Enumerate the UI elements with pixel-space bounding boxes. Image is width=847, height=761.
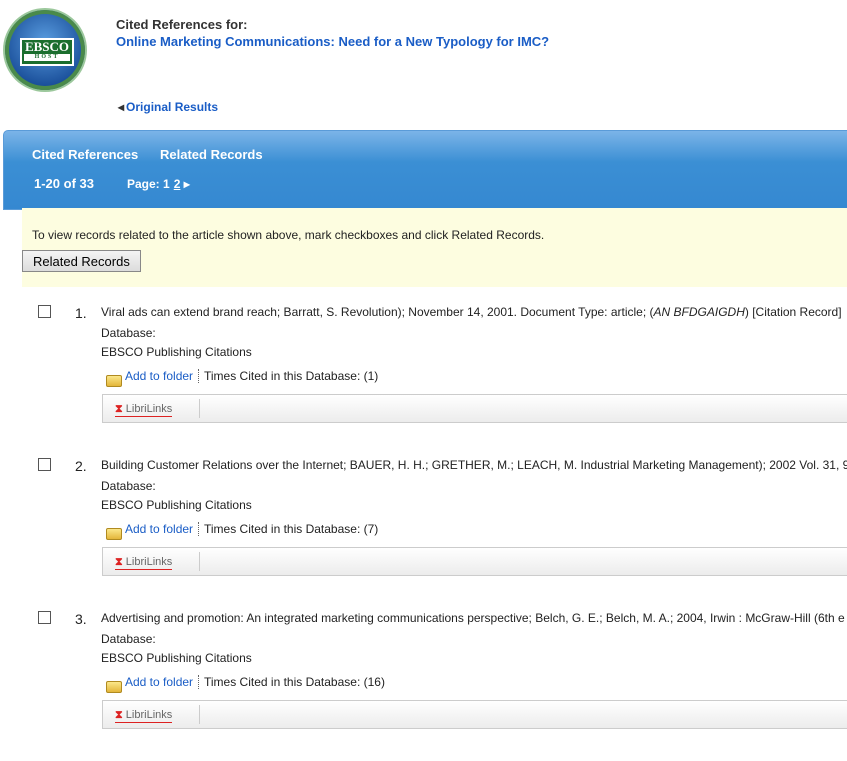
list-item: 3. Advertising and promotion: An integra…: [0, 611, 847, 761]
times-cited: Times Cited in this Database: (1): [204, 369, 379, 383]
times-cited: Times Cited in this Database: (16): [204, 675, 385, 689]
logo-text: EBSCO: [24, 39, 70, 54]
list-item: 2. Building Customer Relations over the …: [0, 458, 847, 608]
librilinks-bar: ⧗ LibriLinks: [102, 700, 847, 729]
database-name: EBSCO Publishing Citations: [101, 498, 252, 512]
librilinks-bar: ⧗ LibriLinks: [102, 394, 847, 423]
folder-icon[interactable]: [106, 375, 122, 387]
pagination: Page: 12 ▸: [127, 177, 190, 191]
database-name: EBSCO Publishing Citations: [101, 345, 252, 359]
database-label: Database:: [101, 632, 156, 646]
times-cited: Times Cited in this Database: (7): [204, 522, 379, 536]
related-records-button[interactable]: Related Records: [22, 250, 141, 272]
cited-references-label: Cited References for:: [116, 17, 248, 32]
divider: [199, 705, 200, 724]
results-panel-header: Cited References Related Records 1-20 of…: [3, 130, 847, 210]
item-number: 1.: [75, 305, 87, 321]
notice-message: To view records related to the article s…: [32, 228, 545, 242]
folder-icon[interactable]: [106, 681, 122, 693]
divider: [199, 552, 200, 571]
select-checkbox[interactable]: [38, 611, 51, 624]
article-title-link[interactable]: Online Marketing Communications: Need fo…: [116, 34, 549, 49]
tab-cited-references[interactable]: Cited References: [32, 147, 138, 162]
citation-text: Building Customer Relations over the Int…: [101, 458, 847, 472]
librilinks-bar: ⧗ LibriLinks: [102, 547, 847, 576]
librilinks-logo[interactable]: ⧗ LibriLinks: [115, 556, 173, 570]
folder-icon[interactable]: [106, 528, 122, 540]
page-1: 1: [163, 177, 170, 191]
original-results-link[interactable]: Original Results: [118, 100, 218, 114]
citation-text: Viral ads can extend brand reach; Barrat…: [101, 305, 842, 319]
tab-related-records[interactable]: Related Records: [160, 147, 263, 162]
item-number: 3.: [75, 611, 87, 627]
librilinks-logo[interactable]: ⧗ LibriLinks: [115, 709, 173, 723]
divider: [198, 675, 199, 689]
database-label: Database:: [101, 326, 156, 340]
triangle-right-icon[interactable]: ▸: [184, 177, 190, 191]
add-to-folder-link[interactable]: Add to folder: [125, 522, 193, 536]
add-to-folder-link[interactable]: Add to folder: [125, 369, 193, 383]
divider: [199, 399, 200, 418]
database-name: EBSCO Publishing Citations: [101, 651, 252, 665]
database-label: Database:: [101, 479, 156, 493]
result-count: 1-20 of 33: [34, 176, 94, 191]
select-checkbox[interactable]: [38, 305, 51, 318]
page-label: Page:: [127, 177, 160, 191]
add-to-folder-link[interactable]: Add to folder: [125, 675, 193, 689]
ebsco-host-logo[interactable]: EBSCO HOST: [5, 10, 85, 90]
list-item: 1. Viral ads can extend brand reach; Bar…: [0, 305, 847, 455]
divider: [198, 369, 199, 383]
item-number: 2.: [75, 458, 87, 474]
page-2-link[interactable]: 2: [174, 177, 181, 191]
select-checkbox[interactable]: [38, 458, 51, 471]
related-records-notice: To view records related to the article s…: [22, 208, 847, 287]
citation-text: Advertising and promotion: An integrated…: [101, 611, 845, 625]
divider: [198, 522, 199, 536]
librilinks-logo[interactable]: ⧗ LibriLinks: [115, 403, 173, 417]
logo-subtext: HOST: [24, 54, 70, 61]
